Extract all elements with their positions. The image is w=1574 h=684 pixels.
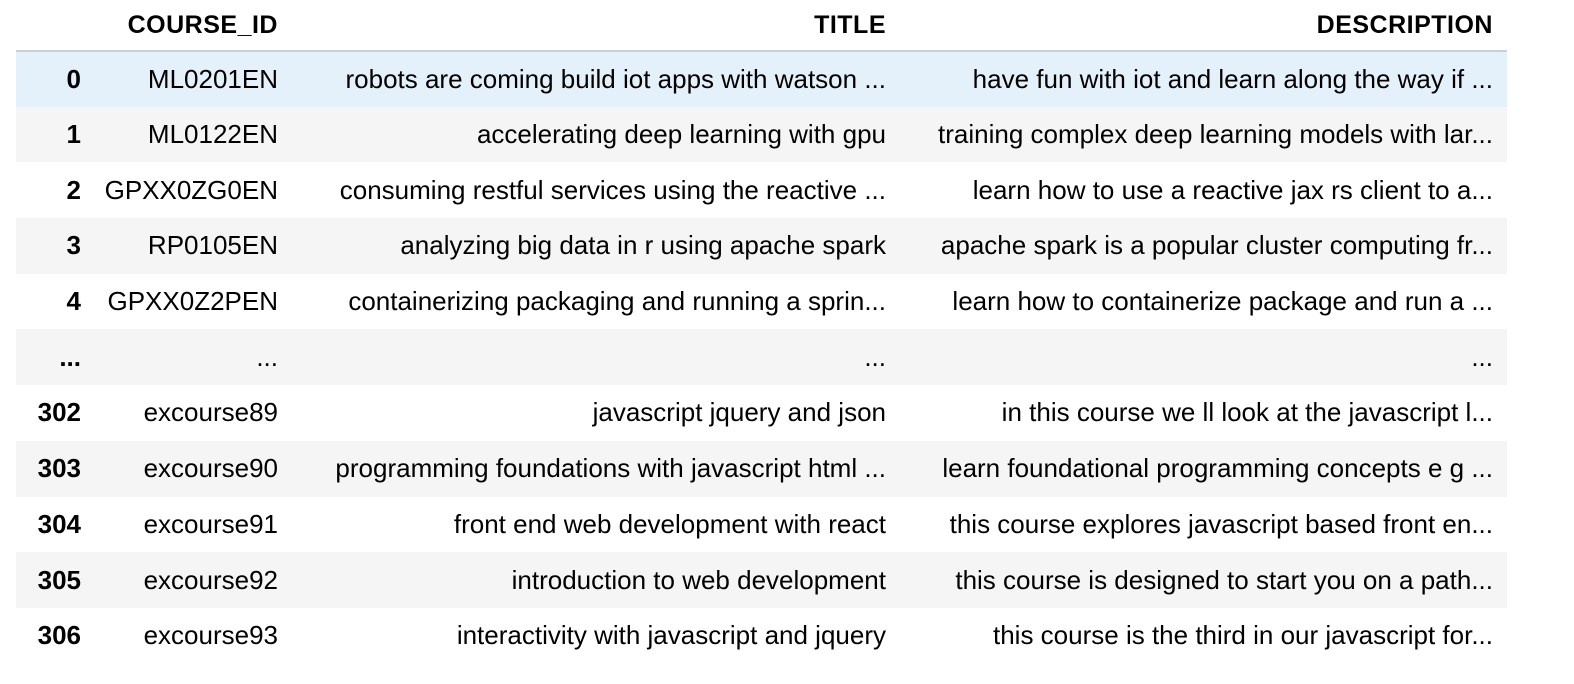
- row-index: 3: [66, 230, 81, 261]
- row-index: 0: [66, 63, 81, 94]
- row-index: ...: [59, 341, 81, 372]
- cell-title: containerizing packaging and running a s…: [348, 286, 886, 317]
- table-row: 4 GPXX0Z2PEN containerizing packaging an…: [16, 273, 1507, 330]
- row-index: 302: [37, 397, 81, 428]
- cell-description: this course is designed to start you on …: [955, 564, 1493, 595]
- cell-course-id: ML0201EN: [147, 63, 278, 94]
- table-row: 1 ML0122EN accelerating deep learning wi…: [16, 106, 1507, 163]
- cell-course-id: ...: [256, 341, 278, 372]
- header-row: COURSE_ID TITLE DESCRIPTION: [16, 0, 1507, 52]
- table-row: 2 GPXX0ZG0EN consuming restful services …: [16, 162, 1507, 219]
- cell-course-id: GPXX0Z2PEN: [107, 286, 278, 317]
- table-row: 302 excourse89 javascript jquery and jso…: [16, 385, 1507, 441]
- table-row: 0 ML0201EN robots are coming build iot a…: [16, 51, 1507, 107]
- table-body: 0 ML0201EN robots are coming build iot a…: [16, 51, 1507, 664]
- row-index: 306: [37, 620, 81, 651]
- cell-course-id: excourse93: [143, 620, 278, 651]
- table-row-ellipsis: ... ... ... ...: [16, 329, 1507, 386]
- cell-description: learn how to use a reactive jax rs clien…: [972, 174, 1493, 205]
- row-index: 303: [37, 453, 81, 484]
- row-index: 2: [66, 174, 81, 205]
- cell-title: analyzing big data in r using apache spa…: [400, 230, 886, 261]
- header-course-id: COURSE_ID: [95, 0, 292, 52]
- cell-description: learn how to containerize package and ru…: [952, 286, 1493, 317]
- cell-title: programming foundations with javascript …: [335, 453, 886, 484]
- cell-course-id: ML0122EN: [147, 119, 278, 150]
- row-index: 4: [66, 286, 81, 317]
- table-row: 306 excourse93 interactivity with javasc…: [16, 607, 1507, 664]
- cell-course-id: excourse89: [143, 397, 278, 428]
- cell-title: consuming restful services using the rea…: [339, 174, 886, 205]
- cell-course-id: GPXX0ZG0EN: [104, 174, 278, 205]
- cell-description: this course explores javascript based fr…: [949, 508, 1493, 539]
- dataframe-output: COURSE_ID TITLE DESCRIPTION 0 ML0201EN r…: [16, 0, 1507, 664]
- cell-course-id: RP0105EN: [147, 230, 278, 261]
- cell-title: accelerating deep learning with gpu: [476, 119, 886, 150]
- cell-description: apache spark is a popular cluster comput…: [940, 230, 1493, 261]
- cell-title: front end web development with react: [453, 508, 886, 539]
- cell-title: robots are coming build iot apps with wa…: [345, 63, 886, 94]
- table-row: 304 excourse91 front end web development…: [16, 496, 1507, 553]
- row-index: 305: [37, 564, 81, 595]
- table-header: COURSE_ID TITLE DESCRIPTION: [16, 0, 1507, 52]
- dataframe-table: COURSE_ID TITLE DESCRIPTION 0 ML0201EN r…: [16, 0, 1507, 664]
- table-row: 303 excourse90 programming foundations w…: [16, 440, 1507, 497]
- cell-title: javascript jquery and json: [592, 397, 886, 428]
- row-index: 304: [37, 508, 81, 539]
- cell-description: have fun with iot and learn along the wa…: [972, 63, 1493, 94]
- cell-description: ...: [1471, 341, 1493, 372]
- cell-course-id: excourse91: [143, 508, 278, 539]
- row-index: 1: [66, 119, 81, 150]
- header-title: TITLE: [292, 0, 900, 52]
- cell-title: introduction to web development: [511, 564, 886, 595]
- header-description: DESCRIPTION: [900, 0, 1507, 52]
- header-index: [16, 0, 95, 52]
- cell-title: ...: [864, 341, 886, 372]
- cell-description: in this course we ll look at the javascr…: [1001, 397, 1493, 428]
- table-row: 305 excourse92 introduction to web devel…: [16, 552, 1507, 608]
- cell-course-id: excourse92: [143, 564, 278, 595]
- cell-description: training complex deep learning models wi…: [938, 119, 1493, 150]
- cell-description: learn foundational programming concepts …: [942, 453, 1493, 484]
- cell-description: this course is the third in our javascri…: [993, 620, 1493, 651]
- cell-title: interactivity with javascript and jquery: [456, 620, 886, 651]
- cell-course-id: excourse90: [143, 453, 278, 484]
- table-row: 3 RP0105EN analyzing big data in r using…: [16, 218, 1507, 274]
